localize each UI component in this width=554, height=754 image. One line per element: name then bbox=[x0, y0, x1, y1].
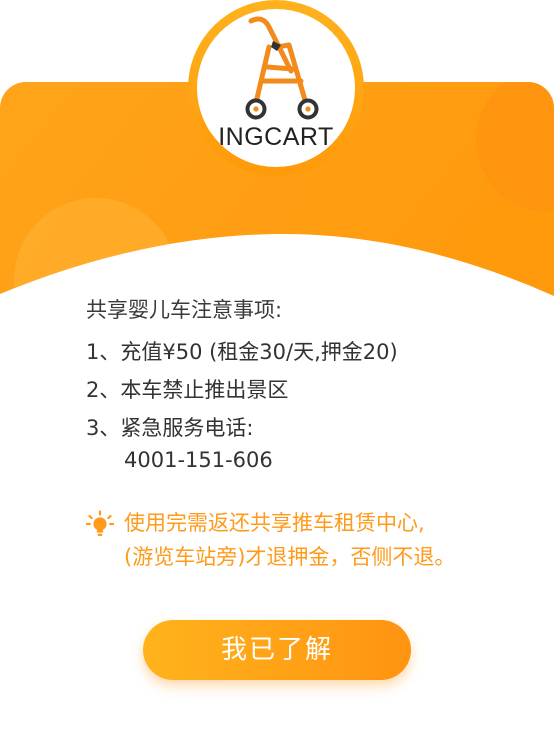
tip-line-2: (游览车站旁)才退押金，否侧不退。 bbox=[124, 545, 456, 569]
logo-circle: INGCART bbox=[197, 9, 355, 167]
rental-notice-modal: 共享婴儿车注意事项: 1、充值¥50 (租金30/天,押金20) 2、本车禁止推… bbox=[0, 0, 554, 754]
hotline-number: 4001-151-606 bbox=[124, 448, 273, 472]
tip-line-1: 使用完需返还共享推车租赁中心, bbox=[124, 511, 425, 535]
notice-content: 共享婴儿车注意事项: 1、充值¥50 (租金30/天,押金20) 2、本车禁止推… bbox=[86, 296, 526, 474]
notice-item-fee: 1、充值¥50 (租金30/天,押金20) bbox=[86, 340, 398, 364]
lightbulb-icon bbox=[86, 510, 114, 536]
stroller-icon bbox=[245, 16, 319, 120]
confirm-button[interactable]: 我已了解 bbox=[143, 620, 411, 680]
logo-badge: INGCART bbox=[188, 0, 364, 176]
notice-item-area: 2、本车禁止推出景区 bbox=[86, 378, 289, 402]
notice-heading: 共享婴儿车注意事项: bbox=[86, 298, 283, 322]
brand-logo-text: INGCART bbox=[218, 123, 334, 151]
notice-item-hotline: 3、紧急服务电话: bbox=[86, 416, 254, 440]
deposit-tip: 使用完需返还共享推车租赁中心, (游览车站旁)才退押金，否侧不退。 bbox=[86, 506, 526, 574]
